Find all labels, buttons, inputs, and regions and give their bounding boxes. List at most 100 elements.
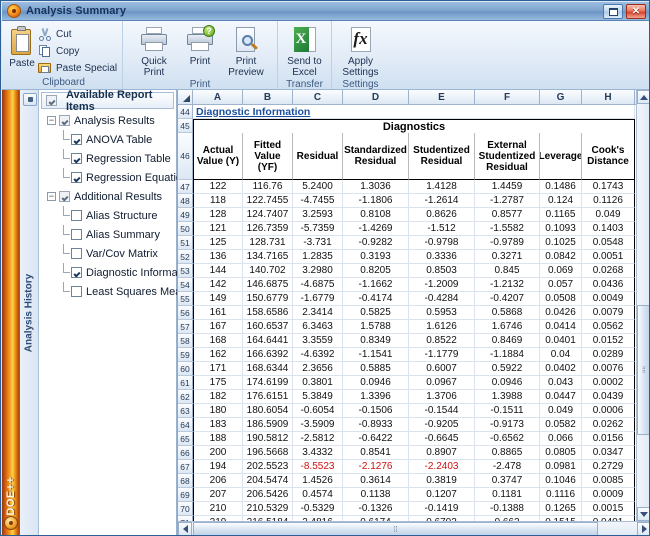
row-header-51[interactable]: 51 bbox=[178, 236, 193, 250]
table-cell[interactable]: 140.702 bbox=[243, 264, 293, 278]
table-cell[interactable]: 0.0262 bbox=[582, 418, 635, 432]
send-to-excel-button[interactable]: X Send to Excel bbox=[282, 24, 327, 78]
table-row[interactable]: 49 128 124.7407 3.2593 0.8108 0.8626 0.8577 0.1… bbox=[178, 208, 649, 222]
table-cell[interactable]: -1.5582 bbox=[475, 222, 540, 236]
tree-item-checkbox[interactable] bbox=[71, 267, 82, 278]
tree-item-least-squares-means[interactable]: Least Squares Means bbox=[44, 282, 193, 301]
table-cell[interactable]: 0.8469 bbox=[475, 334, 540, 348]
table-row[interactable]: 64 183 186.5909 -3.5909 -0.8933 -0.9205 -0.917… bbox=[178, 418, 649, 432]
table-row[interactable]: 54 142 146.6875 -4.6875 -1.1662 -1.2009 -1.213… bbox=[178, 278, 649, 292]
table-cell[interactable]: 0.0981 bbox=[540, 460, 582, 474]
table-cell[interactable]: 0.0439 bbox=[582, 390, 635, 404]
table-cell[interactable]: 0.1207 bbox=[409, 488, 475, 502]
table-cell[interactable]: -0.9282 bbox=[343, 236, 409, 250]
table-cell[interactable]: 210.5329 bbox=[243, 502, 293, 516]
table-row[interactable]: 53 144 140.702 3.2980 0.8205 0.8503 0.845 0.069… bbox=[178, 264, 649, 278]
tree-item-checkbox[interactable] bbox=[71, 153, 82, 164]
tree-item-additional-results[interactable]: − Additional Results bbox=[44, 187, 176, 206]
row-header-56[interactable]: 56 bbox=[178, 306, 193, 320]
table-cell[interactable]: 1.4459 bbox=[475, 180, 540, 194]
table-cell[interactable]: 0.0009 bbox=[582, 488, 635, 502]
table-cell[interactable]: 5.3849 bbox=[293, 390, 343, 404]
table-row[interactable]: 66 200 196.5668 3.4332 0.8541 0.8907 0.8865 0.0… bbox=[178, 446, 649, 460]
row-header-54[interactable]: 54 bbox=[178, 278, 193, 292]
row-header-52[interactable]: 52 bbox=[178, 250, 193, 264]
table-cell[interactable]: -0.9205 bbox=[409, 418, 475, 432]
horizontal-scroll-thumb[interactable]: ⁞⁞ bbox=[193, 522, 598, 535]
select-all-corner[interactable] bbox=[178, 90, 193, 104]
table-cell[interactable]: 124.7407 bbox=[243, 208, 293, 222]
table-cell[interactable]: 0.1126 bbox=[582, 194, 635, 208]
table-cell[interactable]: 1.3036 bbox=[343, 180, 409, 194]
table-row[interactable]: 56 161 158.6586 2.3414 0.5825 0.5953 0.5868 0.0… bbox=[178, 306, 649, 320]
table-cell[interactable]: 194 bbox=[193, 460, 243, 474]
table-cell[interactable]: 149 bbox=[193, 292, 243, 306]
table-cell[interactable]: -0.6645 bbox=[409, 432, 475, 446]
table-cell[interactable]: 0.0436 bbox=[582, 278, 635, 292]
table-cell[interactable]: 1.4526 bbox=[293, 474, 343, 488]
table-cell[interactable]: 180 bbox=[193, 404, 243, 418]
table-cell[interactable]: 0.043 bbox=[540, 376, 582, 390]
table-cell[interactable]: 0.1025 bbox=[540, 236, 582, 250]
tree-item-diagnostic-information[interactable]: Diagnostic Information bbox=[44, 263, 195, 282]
table-cell[interactable]: -1.2132 bbox=[475, 278, 540, 292]
table-cell[interactable]: 0.8349 bbox=[343, 334, 409, 348]
table-cell[interactable]: 202.5523 bbox=[243, 460, 293, 474]
table-cell[interactable]: 136 bbox=[193, 250, 243, 264]
table-cell[interactable]: -1.1779 bbox=[409, 348, 475, 362]
table-cell[interactable]: 2.3656 bbox=[293, 362, 343, 376]
row-header-58[interactable]: 58 bbox=[178, 334, 193, 348]
column-header-a[interactable]: A bbox=[193, 90, 243, 104]
table-cell[interactable]: 125 bbox=[193, 236, 243, 250]
table-row[interactable]: 68 206 204.5474 1.4526 0.3614 0.3819 0.3747 0.1… bbox=[178, 474, 649, 488]
table-cell[interactable]: 0.057 bbox=[540, 278, 582, 292]
table-cell[interactable]: 0.0085 bbox=[582, 474, 635, 488]
table-row[interactable]: 61 175 174.6199 0.3801 0.0946 0.0967 0.0946 0.0… bbox=[178, 376, 649, 390]
table-cell[interactable]: -8.5523 bbox=[293, 460, 343, 474]
table-cell[interactable]: 0.3336 bbox=[409, 250, 475, 264]
table-cell[interactable]: 0.1743 bbox=[582, 180, 635, 194]
table-cell[interactable]: 0.8541 bbox=[343, 446, 409, 460]
tree-item-checkbox[interactable] bbox=[71, 134, 82, 145]
table-cell[interactable]: 128 bbox=[193, 208, 243, 222]
column-header-h[interactable]: H bbox=[582, 90, 635, 104]
scroll-left-button[interactable] bbox=[178, 522, 192, 535]
table-cell[interactable]: -1.1884 bbox=[475, 348, 540, 362]
table-cell[interactable]: 0.5885 bbox=[343, 362, 409, 376]
tree-item-regression-equation[interactable]: Regression Equation bbox=[44, 168, 188, 187]
row-header-48[interactable]: 48 bbox=[178, 194, 193, 208]
table-cell[interactable]: -2.1276 bbox=[343, 460, 409, 474]
table-cell[interactable]: -0.1419 bbox=[409, 502, 475, 516]
table-cell[interactable]: 0.1403 bbox=[582, 222, 635, 236]
table-cell[interactable]: 150.6779 bbox=[243, 292, 293, 306]
table-cell[interactable]: 0.8577 bbox=[475, 208, 540, 222]
tree-item-checkbox[interactable] bbox=[71, 172, 82, 183]
scroll-up-button[interactable] bbox=[637, 90, 649, 104]
analysis-history-dock[interactable]: Analysis History bbox=[20, 90, 39, 535]
table-cell[interactable]: 0.6007 bbox=[409, 362, 475, 376]
row-header-62[interactable]: 62 bbox=[178, 390, 193, 404]
table-row[interactable]: 63 180 180.6054 -0.6054 -0.1506 -0.1544 -0.151… bbox=[178, 404, 649, 418]
table-cell[interactable]: 0.1093 bbox=[540, 222, 582, 236]
table-cell[interactable]: 122.7455 bbox=[243, 194, 293, 208]
table-cell[interactable]: -0.4284 bbox=[409, 292, 475, 306]
table-cell[interactable]: 0.0842 bbox=[540, 250, 582, 264]
table-cell[interactable]: 207 bbox=[193, 488, 243, 502]
table-cell[interactable]: -0.9173 bbox=[475, 418, 540, 432]
table-cell[interactable]: 0.0402 bbox=[540, 362, 582, 376]
table-cell[interactable]: 0.0401 bbox=[540, 334, 582, 348]
table-cell[interactable]: 0.0946 bbox=[475, 376, 540, 390]
tree-header[interactable]: Available Report Items bbox=[41, 89, 174, 113]
table-cell[interactable]: 0.8522 bbox=[409, 334, 475, 348]
table-cell[interactable]: 1.2835 bbox=[293, 250, 343, 264]
table-cell[interactable]: 0.0805 bbox=[540, 446, 582, 460]
table-cell[interactable]: -1.2787 bbox=[475, 194, 540, 208]
table-row[interactable]: 55 149 150.6779 -1.6779 -0.4174 -0.4284 -0.420… bbox=[178, 292, 649, 306]
table-cell[interactable]: -0.1506 bbox=[343, 404, 409, 418]
table-cell[interactable]: -0.5329 bbox=[293, 502, 343, 516]
tree-item-alias-structure[interactable]: Alias Structure bbox=[44, 206, 176, 225]
tree-item-regression-table[interactable]: Regression Table bbox=[44, 149, 176, 168]
table-cell[interactable]: 204.5474 bbox=[243, 474, 293, 488]
table-cell[interactable]: 134.7165 bbox=[243, 250, 293, 264]
row-header-67[interactable]: 67 bbox=[178, 460, 193, 474]
